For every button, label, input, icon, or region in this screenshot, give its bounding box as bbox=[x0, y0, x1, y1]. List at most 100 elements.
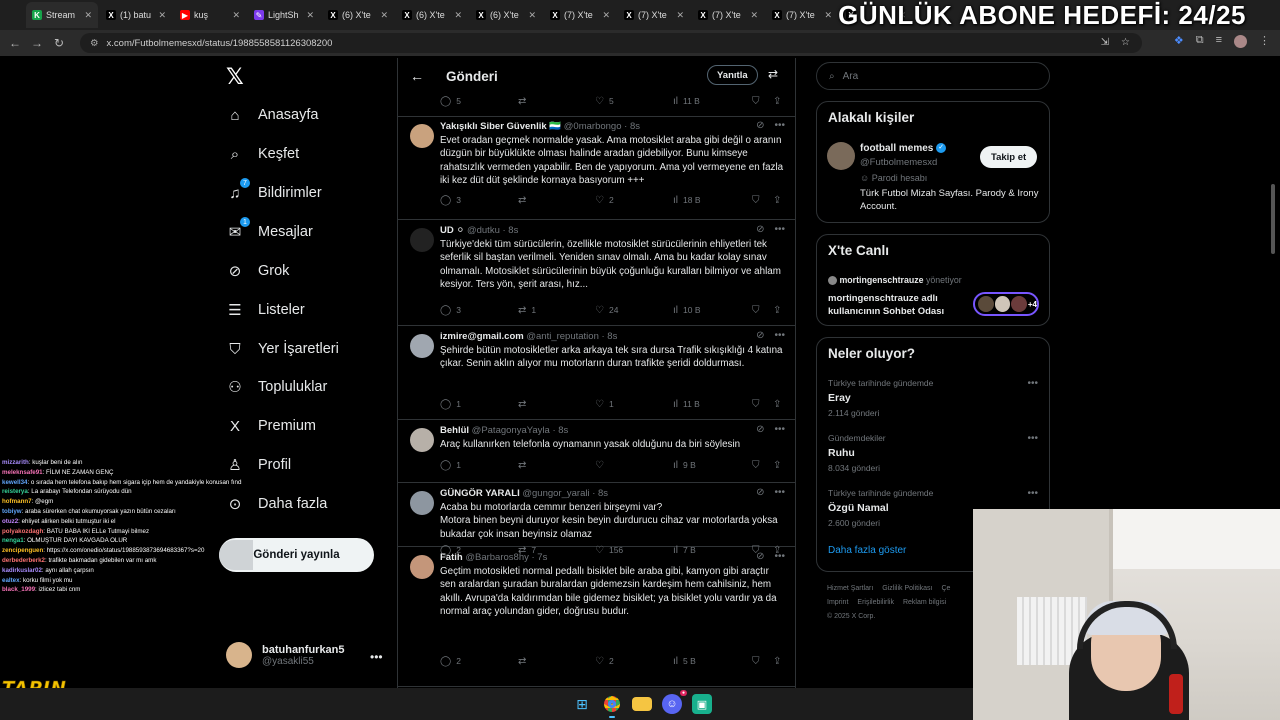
live-participants[interactable]: +4 bbox=[973, 292, 1039, 316]
reply-action[interactable]: ◯ 3 bbox=[440, 195, 461, 206]
reply-post[interactable]: UD ⚪ @dutku · 8s ⊘ ••• Türkiye'deki tüm sür… bbox=[398, 220, 795, 326]
reply-action[interactable]: ◯ 2 bbox=[440, 656, 461, 667]
views-action[interactable]: ıl 11 B bbox=[673, 399, 700, 410]
browser-menu-icon[interactable]: ⋮ bbox=[1259, 34, 1270, 48]
tab-close-icon[interactable]: ✕ bbox=[454, 10, 462, 21]
like-action[interactable]: ♡ 5 bbox=[595, 96, 614, 107]
more-options-icon[interactable]: ••• bbox=[774, 424, 785, 435]
share-action[interactable]: ⇪ bbox=[773, 460, 781, 471]
nav-item-communities[interactable]: ⚇ Topluluklar bbox=[226, 378, 327, 396]
share-action[interactable]: ⇪ bbox=[773, 399, 781, 410]
footer-link[interactable]: Çe bbox=[941, 585, 950, 592]
tab-close-icon[interactable]: ✕ bbox=[824, 10, 832, 21]
search-input[interactable]: ⌕ Ara bbox=[816, 62, 1050, 90]
site-info-icon[interactable]: ⚙ bbox=[90, 38, 99, 49]
reply-action[interactable]: ◯ 5 bbox=[440, 96, 461, 107]
browser-tab[interactable]: X (6) X'te ✕ bbox=[396, 2, 468, 28]
browser-tab[interactable]: X (1) batu ✕ bbox=[100, 2, 172, 28]
address-bar[interactable]: ⚙ x.com/Futbolmemesxd/status/19885585811… bbox=[80, 33, 1142, 53]
filter-settings-icon[interactable]: ⇄ bbox=[768, 67, 778, 81]
tab-close-icon[interactable]: ✕ bbox=[676, 10, 684, 21]
reply-action[interactable]: ◯ 1 bbox=[440, 460, 461, 471]
author-name[interactable]: Yakışıklı Siber Güvenlik 🇸🇱 bbox=[440, 121, 561, 132]
bookmark-star-icon[interactable]: ☆ bbox=[1121, 37, 1130, 48]
tab-close-icon[interactable]: ✕ bbox=[158, 10, 166, 21]
nav-item-list[interactable]: ☰ Listeler bbox=[226, 301, 304, 319]
footer-link[interactable]: Hizmet Şartları bbox=[827, 585, 873, 592]
extensions-puzzle-icon[interactable]: ⧉ bbox=[1196, 34, 1204, 48]
repost-action[interactable]: ⇄ bbox=[518, 460, 531, 471]
reply-action[interactable]: ◯ 3 bbox=[440, 305, 461, 316]
grok-explain-icon[interactable]: ⊘ bbox=[756, 424, 764, 435]
more-options-icon[interactable]: ••• bbox=[774, 487, 785, 498]
reply-action[interactable]: ◯ 1 bbox=[440, 399, 461, 410]
back-arrow-icon[interactable]: ← bbox=[410, 68, 424, 84]
bookmark-action[interactable]: ⛉ bbox=[752, 656, 760, 667]
like-action[interactable]: ♡ 2 bbox=[595, 656, 614, 667]
reply-post[interactable]: GÜNGÖR YARALI @gungor_yarali · 8s ⊘ ••• Aca… bbox=[398, 483, 795, 556]
discord-icon[interactable]: ☺ ● bbox=[662, 690, 687, 714]
browser-tab[interactable]: ▶ kuş ✕ bbox=[174, 2, 246, 28]
like-action[interactable]: ♡ 2 bbox=[595, 195, 614, 206]
views-action[interactable]: ıl 10 B bbox=[673, 305, 701, 316]
author-name[interactable]: UD ⚪ bbox=[440, 225, 464, 236]
page-scrollbar[interactable] bbox=[1270, 60, 1276, 680]
footer-link[interactable]: © 2025 X Corp. bbox=[827, 613, 875, 620]
install-app-icon[interactable]: ⇲ bbox=[1101, 37, 1109, 48]
share-action[interactable]: ⇪ bbox=[773, 195, 781, 206]
repost-action[interactable]: ⇄ bbox=[518, 656, 531, 667]
bookmark-action[interactable]: ⛉ bbox=[752, 305, 760, 316]
live-spaces-card[interactable]: X'te Canlı mortingenschtrauze yönetiyor … bbox=[816, 234, 1050, 326]
author-name[interactable]: izmire@gmail.com bbox=[440, 331, 524, 342]
avatar[interactable] bbox=[410, 124, 434, 148]
reply-post[interactable]: Behlül @PatagonyaYayla · 8s ⊘ ••• Araç kull… bbox=[398, 420, 795, 483]
avatar[interactable] bbox=[410, 228, 434, 252]
repost-action[interactable]: ⇄ 1 bbox=[518, 305, 536, 316]
chrome-icon[interactable] bbox=[602, 694, 622, 718]
tab-close-icon[interactable]: ✕ bbox=[380, 10, 388, 21]
bookmark-action[interactable]: ⛉ bbox=[752, 96, 760, 107]
browser-tab[interactable]: X (7) X'te ✕ bbox=[618, 2, 690, 28]
more-options-icon[interactable]: ••• bbox=[1027, 433, 1038, 444]
reply-post[interactable]: izmire@gmail.com @anti_reputation · 8s ⊘ •… bbox=[398, 326, 795, 420]
author-name[interactable]: Fatih bbox=[440, 552, 463, 563]
like-action[interactable]: ♡ bbox=[595, 460, 609, 471]
browser-tab[interactable]: ✎ LightSh ✕ bbox=[248, 2, 320, 28]
bookmark-action[interactable]: ⛉ bbox=[752, 460, 760, 471]
more-options-icon[interactable]: ••• bbox=[1027, 378, 1038, 389]
avatar[interactable] bbox=[410, 428, 434, 452]
tab-close-icon[interactable]: ✕ bbox=[750, 10, 758, 21]
nav-item-bell[interactable]: ♫ 7 Bildirimler bbox=[226, 178, 322, 202]
like-action[interactable]: ♡ 1 bbox=[595, 399, 614, 410]
grok-explain-icon[interactable]: ⊘ bbox=[756, 551, 764, 562]
views-action[interactable]: ıl 11 B bbox=[673, 96, 700, 107]
views-action[interactable]: ıl 18 B bbox=[673, 195, 701, 206]
more-options-icon[interactable]: ••• bbox=[774, 330, 785, 341]
tab-close-icon[interactable]: ✕ bbox=[232, 10, 240, 21]
avatar[interactable] bbox=[410, 555, 434, 579]
bookmark-action[interactable]: ⛉ bbox=[752, 399, 760, 410]
browser-tab[interactable]: X (7) X'te ✕ bbox=[766, 2, 838, 28]
nav-item-x-premium[interactable]: X Premium bbox=[226, 417, 316, 435]
browser-tab[interactable]: K Stream ✕ bbox=[26, 2, 98, 28]
nav-item-home[interactable]: ⌂ Anasayfa bbox=[226, 106, 318, 124]
follow-button[interactable]: Takip et bbox=[980, 146, 1038, 168]
nav-item-grok[interactable]: ⊘ Grok bbox=[226, 262, 290, 280]
scrollbar-thumb[interactable] bbox=[1271, 184, 1275, 254]
share-action[interactable]: ⇪ bbox=[773, 305, 781, 316]
more-options-icon[interactable]: ••• bbox=[774, 120, 785, 131]
author-name[interactable]: GÜNGÖR YARALI bbox=[440, 488, 520, 499]
footer-link[interactable]: Reklam bilgisi bbox=[903, 599, 946, 606]
more-options-icon[interactable]: ••• bbox=[774, 224, 785, 235]
avatar[interactable] bbox=[410, 491, 434, 515]
footer-link[interactable]: Gizlilik Politikası bbox=[882, 585, 932, 592]
footer-link[interactable]: Imprint bbox=[827, 599, 848, 606]
trend-item[interactable]: Gündemdekiler Ruhu 8.034 gönderi ••• bbox=[828, 433, 1038, 473]
grok-explain-icon[interactable]: ⊘ bbox=[756, 224, 764, 235]
media-control-icon[interactable]: ≡ bbox=[1216, 34, 1222, 48]
avatar[interactable] bbox=[410, 334, 434, 358]
profile-avatar-icon[interactable] bbox=[1234, 35, 1247, 48]
app-icon[interactable]: ▣ bbox=[692, 694, 712, 714]
views-action[interactable]: ıl 9 B bbox=[673, 460, 696, 471]
trend-item[interactable]: Türkiye tarihinde gündemde Eray 2.114 gönd… bbox=[828, 378, 1038, 418]
